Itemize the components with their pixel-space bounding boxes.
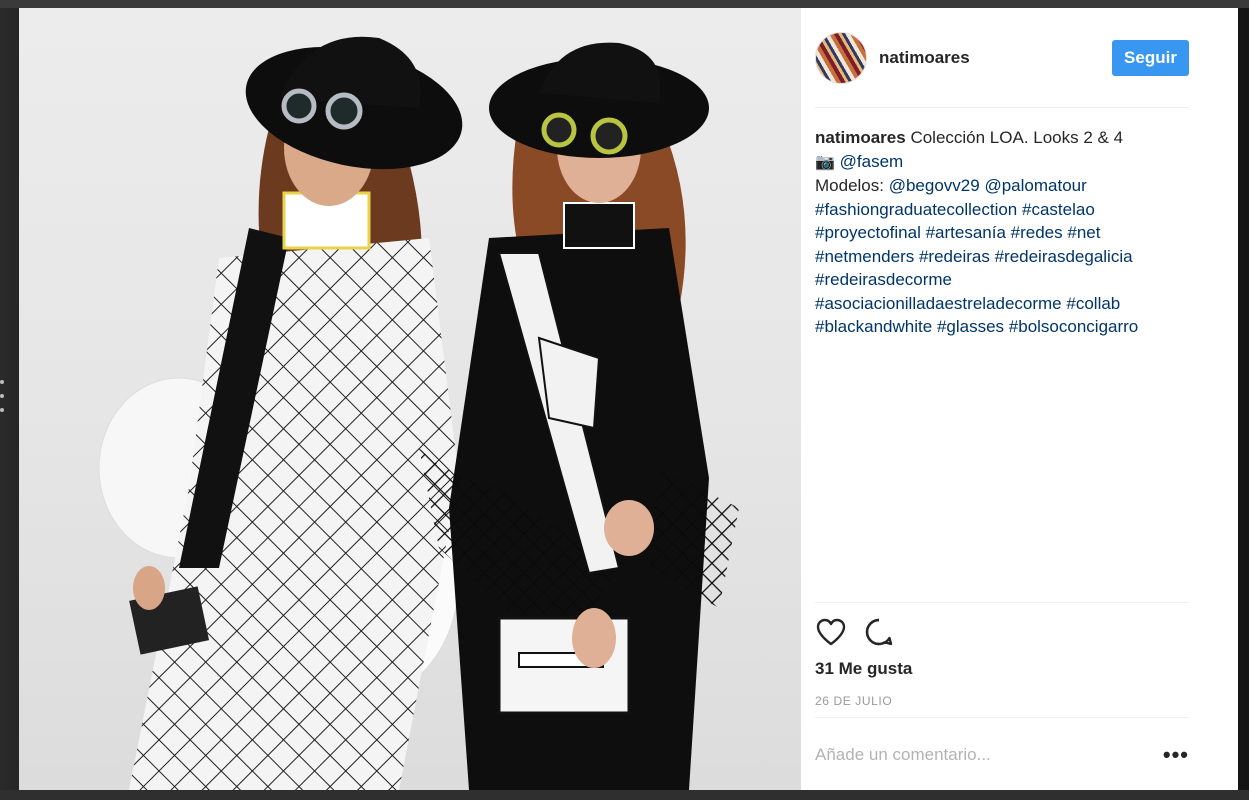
divider (815, 717, 1189, 718)
hashtag[interactable]: #asociacionilladaestreladecorme (815, 294, 1062, 313)
hashtag[interactable]: #netmenders (815, 247, 914, 266)
hashtag[interactable]: #proyectofinal (815, 223, 921, 242)
likes-count[interactable]: 31 Me gusta (815, 659, 912, 679)
post-photo[interactable] (19, 8, 801, 790)
hashtag[interactable]: #redeirasdecorme (815, 270, 952, 289)
caption-text: Colección LOA. Looks 2 & 4 (910, 128, 1124, 147)
comment-icon[interactable] (863, 616, 895, 648)
more-options-icon[interactable]: ••• (1163, 744, 1189, 766)
divider (815, 602, 1189, 603)
hashtag[interactable]: #fashiongraduatecollection (815, 200, 1017, 219)
post-caption: natimoares Colección LOA. Looks 2 & 4 📷 … (815, 126, 1189, 339)
follow-button[interactable]: Seguir (1112, 40, 1189, 76)
hashtag[interactable]: #collab (1066, 294, 1120, 313)
hashtag[interactable]: #castelao (1022, 200, 1095, 219)
comment-row: ••• (815, 735, 1189, 775)
post-username[interactable]: natimoares (879, 48, 970, 68)
avatar[interactable] (815, 31, 867, 84)
backdrop-bottom (0, 790, 1249, 800)
hashtag[interactable]: #redeiras (919, 247, 990, 266)
hashtag[interactable]: #bolsoconcigarro (1009, 317, 1138, 336)
comment-input[interactable] (815, 745, 1135, 765)
hashtag[interactable]: #glasses (937, 317, 1004, 336)
caption-modelos-label: Modelos: (815, 176, 884, 195)
heart-icon[interactable] (815, 616, 847, 648)
mention-fasem[interactable]: @fasem (840, 152, 904, 171)
photo-illustration (98, 36, 739, 790)
post-actions (815, 612, 1189, 652)
mention-begovv29[interactable]: @begovv29 (889, 176, 980, 195)
hashtag[interactable]: #net (1067, 223, 1100, 242)
hashtag[interactable]: #blackandwhite (815, 317, 932, 336)
post-date[interactable]: 26 DE JULIO (815, 694, 892, 708)
post-header: natimoares Seguir (815, 8, 1189, 108)
backdrop-top (0, 0, 1249, 8)
hashtag[interactable]: #artesanía (926, 223, 1006, 242)
post-modal: natimoares Seguir natimoares Colección L… (19, 8, 1238, 790)
mention-palomatour[interactable]: @palomatour (984, 176, 1086, 195)
hashtag[interactable]: #redes (1011, 223, 1063, 242)
post-panel: natimoares Seguir natimoares Colección L… (801, 8, 1238, 790)
side-dots (0, 380, 6, 422)
hashtag[interactable]: #redeirasdegalicia (995, 247, 1133, 266)
caption-username[interactable]: natimoares (815, 128, 906, 147)
camera-icon: 📷 (815, 153, 835, 171)
